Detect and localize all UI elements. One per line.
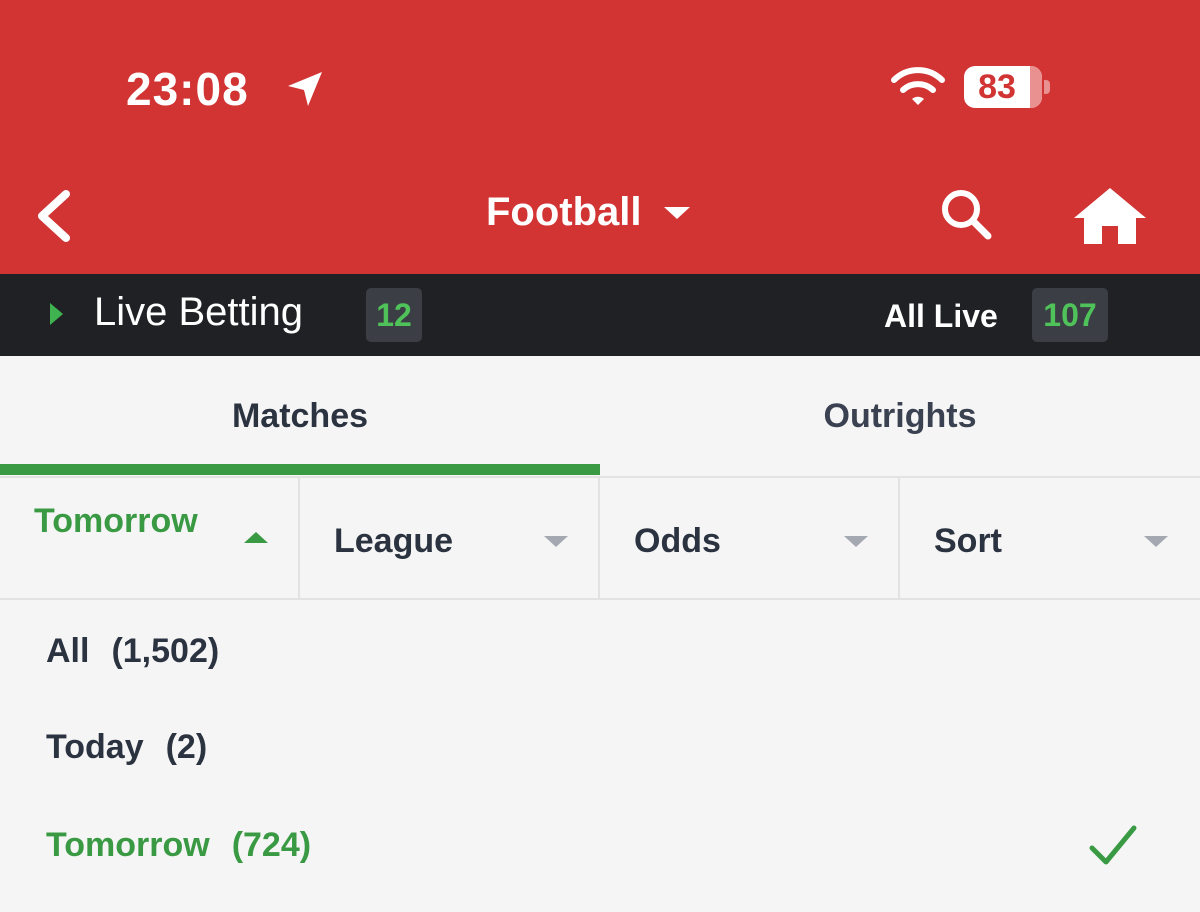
date-option-tomorrow[interactable]: Tomorrow (724) — [46, 826, 311, 865]
app-header: 23:08 83 Football — [0, 0, 1200, 274]
page-title: Football — [486, 190, 642, 234]
filter-date[interactable]: Tomorrow — [0, 478, 300, 598]
option-label: All — [46, 632, 90, 670]
filter-odds[interactable]: Odds — [600, 478, 900, 598]
filter-bar: Tomorrow League Odds Sort — [0, 478, 1200, 600]
chevron-up-icon — [244, 532, 268, 543]
status-time: 23:08 — [126, 63, 249, 115]
filter-league[interactable]: League — [300, 478, 600, 598]
sport-selector[interactable]: Football — [486, 190, 690, 235]
option-label: Today — [46, 728, 144, 766]
battery-level: 83 — [978, 68, 1016, 106]
tab-bar: Matches Outrights — [0, 356, 1200, 478]
home-icon[interactable] — [1072, 186, 1148, 246]
filter-sort[interactable]: Sort — [900, 478, 1200, 598]
live-count-badge: 12 — [366, 288, 422, 342]
chevron-down-icon — [844, 536, 868, 547]
tab-outrights[interactable]: Outrights — [600, 356, 1200, 476]
date-option-all[interactable]: All (1,502) — [46, 632, 219, 671]
play-arrow-icon — [50, 303, 63, 325]
option-count: (724) — [231, 826, 312, 864]
option-count: (1,502) — [111, 632, 220, 670]
wifi-icon — [891, 67, 945, 105]
checkmark-icon — [1089, 825, 1137, 865]
filter-sort-label: Sort — [934, 522, 1002, 560]
date-option-today[interactable]: Today (2) — [46, 728, 207, 767]
chevron-down-icon — [1144, 536, 1168, 547]
filter-date-label: Tomorrow — [34, 502, 198, 540]
live-betting-label[interactable]: Live Betting — [94, 290, 303, 335]
search-icon[interactable] — [938, 186, 996, 244]
option-label: Tomorrow — [46, 826, 210, 864]
filter-odds-label: Odds — [634, 522, 721, 560]
battery-indicator: 83 — [964, 66, 1052, 108]
back-chevron-icon[interactable] — [30, 186, 78, 246]
chevron-down-icon — [663, 206, 690, 219]
option-count: (2) — [165, 728, 208, 766]
all-live-count-badge: 107 — [1032, 288, 1108, 342]
tab-matches[interactable]: Matches — [0, 356, 600, 476]
location-arrow-icon — [288, 72, 322, 106]
filter-league-label: League — [334, 522, 454, 560]
all-live-link[interactable]: All Live — [884, 298, 998, 335]
active-tab-indicator — [0, 464, 600, 475]
chevron-down-icon — [544, 536, 568, 547]
